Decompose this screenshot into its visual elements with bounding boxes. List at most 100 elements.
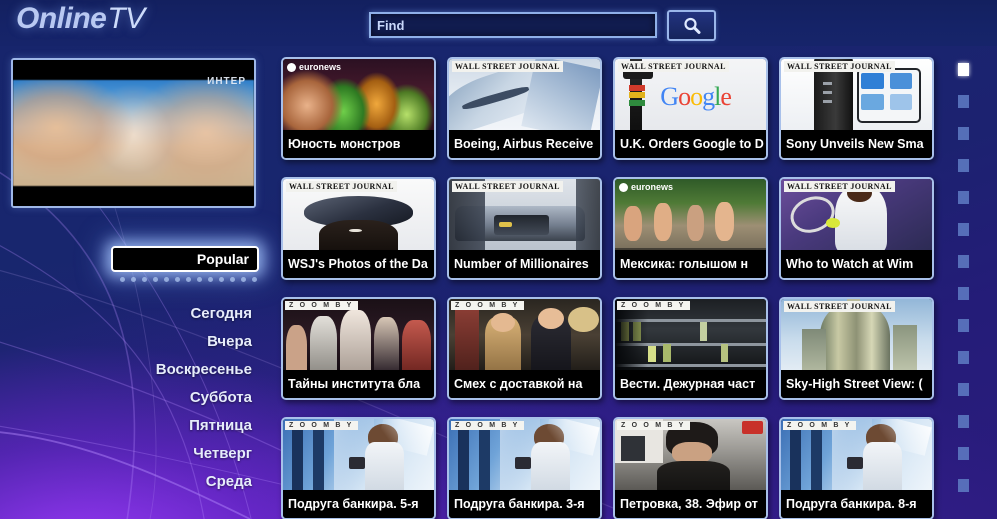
carousel-dot[interactable] bbox=[196, 277, 202, 282]
carousel-dot[interactable] bbox=[251, 277, 257, 282]
category-popular-button[interactable]: Popular bbox=[111, 246, 259, 272]
tile-thumbnail: Z O O M B Y bbox=[449, 419, 600, 494]
search-field-wrapper[interactable] bbox=[369, 12, 657, 38]
search-icon bbox=[683, 17, 700, 34]
tile-thumbnail: Z O O M B Y bbox=[283, 299, 434, 374]
page-indicator-square[interactable] bbox=[958, 383, 969, 396]
content-tile[interactable]: Z O O M B Y Петровка, 38. Эфир от bbox=[613, 417, 768, 519]
tile-title: Who to Watch at Wim bbox=[781, 250, 932, 278]
page-indicator-square[interactable] bbox=[958, 63, 969, 76]
tile-title: Sky-High Street View: ( bbox=[781, 370, 932, 398]
content-tile[interactable]: WALL STREET JOURNAL Number of Millionaire… bbox=[447, 177, 602, 280]
page-indicator-square[interactable] bbox=[958, 159, 969, 172]
page-indicator-square[interactable] bbox=[958, 447, 969, 460]
logo-text-primary: Online bbox=[16, 2, 107, 35]
tile-title: Тайны института бла bbox=[283, 370, 434, 398]
content-tile[interactable]: euronews Мексика: голышом н bbox=[613, 177, 768, 280]
content-tile[interactable]: Z O O M B Y Подруга банкира. 8-я bbox=[779, 417, 934, 519]
content-tile[interactable]: WALL STREET JOURNAL Sky-High Street View:… bbox=[779, 297, 934, 400]
page-indicator-square[interactable] bbox=[958, 351, 969, 364]
tile-source-badge: Z O O M B Y bbox=[451, 301, 524, 310]
category-selector: Popular bbox=[111, 246, 259, 282]
content-tile[interactable]: WALL STREET JOURNAL Boeing, Airbus Receiv… bbox=[447, 57, 602, 160]
content-tile[interactable]: WALL STREET JOURNAL WSJ's Photos of the D… bbox=[281, 177, 436, 280]
day-list: Сегодня Вчера Воскресенье Суббота Пятница Чет… bbox=[0, 300, 260, 496]
tile-thumbnail: WALL STREET JOURNAL bbox=[283, 179, 434, 254]
tile-thumbnail: WALL STREET JOURNAL bbox=[781, 299, 932, 374]
carousel-dot[interactable] bbox=[174, 277, 180, 282]
search-input[interactable] bbox=[371, 14, 655, 36]
day-list-item[interactable]: Вчера bbox=[207, 328, 252, 356]
tile-source-badge: WALL STREET JOURNAL bbox=[784, 301, 895, 312]
tile-source-badge: Z O O M B Y bbox=[783, 421, 856, 430]
content-tile[interactable]: euronews Юность монстров bbox=[281, 57, 436, 160]
content-tile[interactable]: WALL STREET JOURNAL Who to Watch at Wim bbox=[779, 177, 934, 280]
tile-source-badge: WALL STREET JOURNAL bbox=[784, 61, 895, 72]
tile-thumbnail: Z O O M B Y bbox=[615, 299, 766, 374]
carousel-dot[interactable] bbox=[240, 277, 246, 282]
channel-watermark: ИНТЕР bbox=[207, 76, 246, 87]
tile-title: Подруга банкира. 3-я bbox=[449, 490, 600, 518]
tile-thumbnail: WALL STREET JOURNAL bbox=[781, 59, 932, 134]
content-tile[interactable]: Z O O M B Y Подруга банкира. 3-я bbox=[447, 417, 602, 519]
tile-thumbnail: euronews bbox=[615, 179, 766, 254]
page-indicator-square[interactable] bbox=[958, 191, 969, 204]
tile-title: Смех с доставкой на bbox=[449, 370, 600, 398]
carousel-dot[interactable] bbox=[119, 277, 125, 282]
video-still-image bbox=[13, 80, 254, 186]
carousel-dot[interactable] bbox=[207, 277, 213, 282]
video-surface: ИНТЕР bbox=[13, 60, 254, 206]
tile-title: Подруга банкира. 8-я bbox=[781, 490, 932, 518]
app-header: OnlineTV bbox=[0, 0, 997, 46]
tile-title: Sony Unveils New Sma bbox=[781, 130, 932, 158]
page-indicator-square[interactable] bbox=[958, 223, 969, 236]
page-indicator-square[interactable] bbox=[958, 255, 969, 268]
search-button[interactable] bbox=[667, 10, 716, 41]
page-indicator-square[interactable] bbox=[958, 95, 969, 108]
day-list-item[interactable]: Пятница bbox=[189, 412, 252, 440]
content-tile[interactable]: Google WALL STREET JOURNAL U.K. Orders Go… bbox=[613, 57, 768, 160]
day-list-item[interactable]: Воскресенье bbox=[156, 356, 252, 384]
tile-title: Вести. Дежурная част bbox=[615, 370, 766, 398]
carousel-dot[interactable] bbox=[163, 277, 169, 282]
page-indicator-square[interactable] bbox=[958, 479, 969, 492]
day-list-item[interactable]: Суббота bbox=[190, 384, 252, 412]
carousel-dot[interactable] bbox=[141, 277, 147, 282]
category-carousel-dots[interactable] bbox=[111, 277, 259, 282]
carousel-dot[interactable] bbox=[152, 277, 158, 282]
video-preview[interactable]: ИНТЕР bbox=[11, 58, 256, 208]
page-indicator-square[interactable] bbox=[958, 415, 969, 428]
tile-source-badge: Z O O M B Y bbox=[285, 421, 358, 430]
online-tv-app: OnlineTV ИНТЕР Popular СегодняВчераВоскр… bbox=[0, 0, 997, 519]
tile-thumbnail: Z O O M B Y bbox=[449, 299, 600, 374]
app-logo: OnlineTV bbox=[16, 2, 145, 36]
page-indicator-square[interactable] bbox=[958, 127, 969, 140]
carousel-dot[interactable] bbox=[229, 277, 235, 282]
content-tile[interactable]: Z O O M B Y Подруга банкира. 5-я bbox=[281, 417, 436, 519]
tile-thumbnail: Z O O M B Y bbox=[781, 419, 932, 494]
content-tile[interactable]: WALL STREET JOURNAL Sony Unveils New Sma bbox=[779, 57, 934, 160]
tile-source-badge: Z O O M B Y bbox=[451, 421, 524, 430]
page-indicator[interactable] bbox=[958, 63, 969, 511]
carousel-dot[interactable] bbox=[130, 277, 136, 282]
tile-thumbnail: euronews bbox=[283, 59, 434, 134]
tile-title: Number of Millionaires bbox=[449, 250, 600, 278]
page-indicator-square[interactable] bbox=[958, 319, 969, 332]
tile-thumbnail: Z O O M B Y bbox=[283, 419, 434, 494]
day-list-item[interactable]: Сегодня bbox=[190, 300, 252, 328]
carousel-dot[interactable] bbox=[218, 277, 224, 282]
tile-source-badge: WALL STREET JOURNAL bbox=[618, 61, 729, 72]
tile-title: Подруга банкира. 5-я bbox=[283, 490, 434, 518]
day-list-item[interactable]: Четверг bbox=[193, 440, 252, 468]
page-indicator-square[interactable] bbox=[958, 287, 969, 300]
tile-source-badge: WALL STREET JOURNAL bbox=[286, 181, 397, 192]
content-grid: euronews Юность монстров WALL STREET JOUR… bbox=[281, 57, 936, 519]
tile-title: Юность монстров bbox=[283, 130, 434, 158]
tile-title: Петровка, 38. Эфир от bbox=[615, 490, 766, 518]
carousel-dot[interactable] bbox=[185, 277, 191, 282]
content-tile[interactable]: Z O O M B Y Смех с доставкой на bbox=[447, 297, 602, 400]
tile-title: Мексика: голышом н bbox=[615, 250, 766, 278]
day-list-item[interactable]: Среда bbox=[206, 468, 252, 496]
content-tile[interactable]: Z O O M B Y Тайны института бла bbox=[281, 297, 436, 400]
content-tile[interactable]: Z O O M B Y Вести. Дежурная част bbox=[613, 297, 768, 400]
